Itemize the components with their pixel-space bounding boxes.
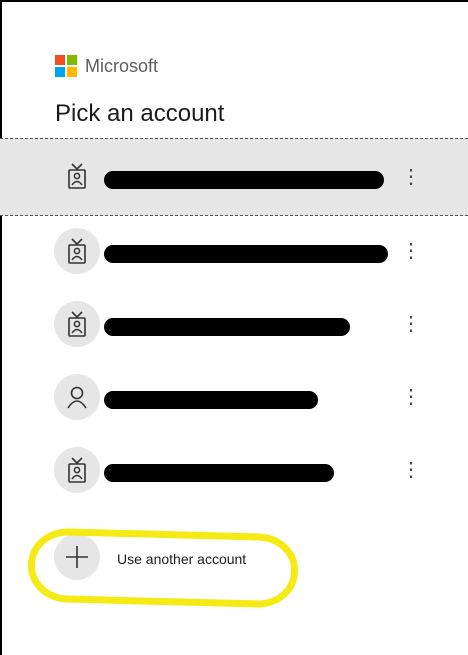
microsoft-logo-icon [55, 55, 77, 77]
more-options-button[interactable]: ⋮ [400, 164, 422, 192]
account-avatar [54, 447, 100, 493]
account-item[interactable]: ⋮ [0, 289, 468, 362]
redacted-account-name [104, 318, 350, 336]
redacted-account-name [104, 245, 388, 263]
redacted-account-name [104, 171, 384, 189]
account-avatar [54, 228, 100, 274]
redacted-account-name [104, 464, 334, 482]
microsoft-logo: Microsoft [55, 55, 158, 77]
logo-square-red [55, 55, 65, 65]
redacted-account-name [104, 391, 318, 409]
account-avatar [54, 153, 100, 199]
annotation-highlight [27, 527, 299, 609]
account-item[interactable]: ⋮ [0, 138, 468, 216]
work-badge-icon [68, 457, 86, 483]
account-list: ⋮ ⋮ ⋮ ⋮ ⋮ [0, 138, 468, 508]
account-avatar [54, 374, 100, 420]
logo-square-yellow [67, 67, 77, 77]
logo-square-blue [55, 67, 65, 77]
more-options-button[interactable]: ⋮ [400, 457, 422, 485]
work-badge-icon [68, 311, 86, 337]
logo-square-green [67, 55, 77, 65]
account-item[interactable]: ⋮ [0, 362, 468, 435]
more-options-button[interactable]: ⋮ [400, 311, 422, 339]
work-badge-icon [68, 238, 86, 264]
account-item[interactable]: ⋮ [0, 435, 468, 508]
page-title: Pick an account [55, 100, 225, 127]
work-badge-icon [68, 163, 86, 189]
account-item[interactable]: ⋮ [0, 216, 468, 289]
more-options-button[interactable]: ⋮ [400, 384, 422, 412]
person-icon [67, 386, 87, 409]
more-options-button[interactable]: ⋮ [400, 238, 422, 266]
account-avatar [54, 301, 100, 347]
brand-name: Microsoft [85, 55, 159, 76]
